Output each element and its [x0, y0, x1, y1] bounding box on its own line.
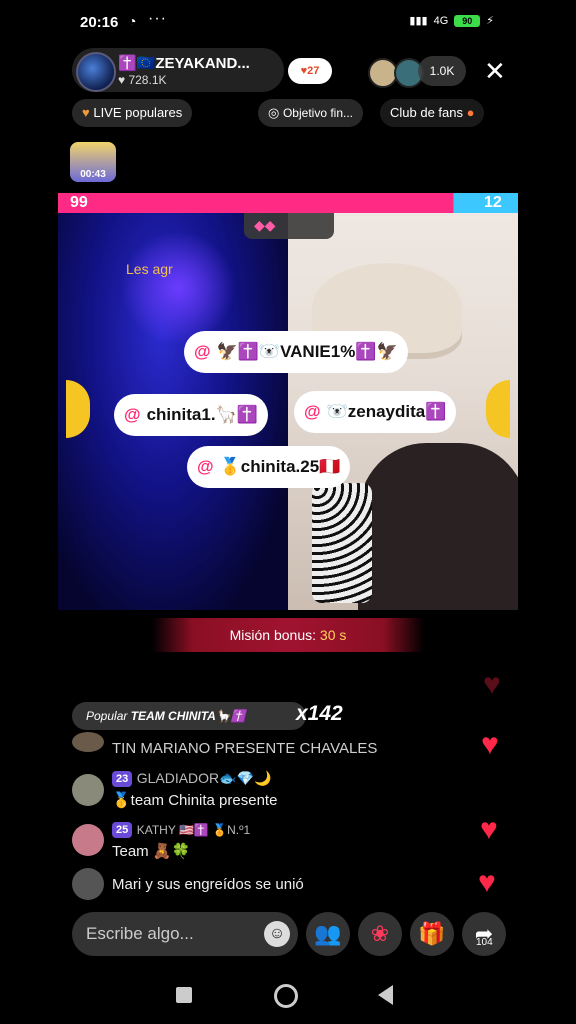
emoji-icon[interactable]: ☺ — [264, 921, 290, 947]
recents-button[interactable] — [176, 987, 192, 1003]
status-right: ▮▮▮ 4G 90 ⚡ — [409, 14, 494, 27]
score-right: 12 — [484, 194, 502, 211]
target-icon: ◎ — [268, 105, 280, 120]
comment-text: 🥇team Chinita presente — [112, 792, 278, 809]
avatar[interactable] — [72, 824, 104, 856]
charging-icon: ⚡ — [486, 15, 494, 27]
at-icon: @ — [197, 457, 214, 476]
status-bar: 20:16 ◔ ··· ▮▮▮ 4G 90 ⚡ — [0, 0, 576, 44]
comment-text: TIN MARIANO PRESENTE CHAVALES — [112, 740, 378, 757]
status-time: 20:16 — [80, 14, 119, 31]
signal-icon: ▮▮▮ — [409, 15, 428, 27]
gift-combo: x142 — [296, 702, 343, 725]
level-badge: 25 — [112, 821, 133, 838]
mention-text: 🐻‍❄️zenaydita✝️ — [326, 402, 447, 421]
objective-label: Objetivo fin... — [282, 106, 353, 120]
video-glow — [118, 233, 238, 343]
popular-team: TEAM CHINITA🦙✝️ — [130, 709, 246, 723]
battery-icon: 90 — [454, 14, 481, 27]
close-icon[interactable]: ✕ — [484, 56, 506, 86]
rose-icon[interactable]: ❀ — [358, 912, 402, 956]
wave-icon — [72, 868, 104, 900]
bonus-mission-banner: Misión bonus: 30 s — [152, 618, 424, 652]
gift-icon[interactable]: 🎁 — [410, 912, 454, 956]
host-name[interactable]: ✝️🇪🇺ZEYAKAND... — [118, 54, 250, 72]
mention-text: 🦅✝️🐻‍❄️VANIE1%✝️🦅 — [216, 342, 398, 361]
heart-icon: ♥ — [82, 105, 90, 120]
comment-placeholder: Escribe algo... — [86, 924, 194, 943]
mention-pill[interactable]: @ chinita1.🦙✝️ — [114, 394, 268, 436]
heart-icon: ♥ — [481, 728, 499, 761]
fan-count: 27 — [307, 65, 320, 77]
fan-club-chip[interactable]: Club de fans ● — [380, 99, 485, 127]
comment-header: 25 KATHY 🇺🇸✝️ 🏅N.º1 — [112, 821, 250, 839]
live-popular-label: LIVE populares — [93, 105, 183, 120]
at-icon: @ — [124, 405, 141, 424]
whatsapp-icon: ◔ — [128, 13, 137, 29]
host-avatar[interactable] — [76, 52, 116, 92]
join-message: Mari y sus engreídos se unió — [112, 876, 304, 893]
network-type: 4G — [433, 14, 449, 27]
heart-icon: ♥ — [483, 668, 501, 701]
bonus-label: Misión bonus: — [229, 627, 317, 643]
fan-heart-button[interactable]: ♥27 — [288, 58, 332, 84]
fan-club-icon: ● — [466, 105, 475, 120]
at-icon: @ — [194, 342, 211, 361]
person-body — [358, 443, 518, 610]
score-left: 99 — [70, 194, 88, 211]
avatar[interactable] — [72, 732, 104, 752]
treasure-box[interactable]: 00:43 — [70, 142, 116, 182]
comment-header: 23 GLADIADOR🐟💎🌙 — [112, 770, 271, 788]
mention-pill[interactable]: @ 🦅✝️🐻‍❄️VANIE1%✝️🦅 — [184, 331, 408, 373]
viewer-count[interactable]: 1.0K — [418, 56, 466, 86]
scarf — [312, 483, 372, 603]
more-notifications: ··· — [148, 10, 167, 27]
comment-text: Team 🧸🍀 — [112, 843, 191, 860]
mention-text: chinita1.🦙✝️ — [146, 405, 258, 424]
level-badge: 23 — [112, 770, 133, 787]
mention-pill[interactable]: @ 🥇chinita.25🇵🇪 — [187, 446, 351, 488]
host-likes: ♥ 728.1K — [118, 73, 167, 87]
comment-username[interactable]: KATHY 🇺🇸✝️ 🏅N.º1 — [137, 823, 250, 837]
live-popular-chip[interactable]: ♥ LIVE populares — [72, 99, 193, 127]
fan-club-label: Club de fans — [390, 105, 463, 120]
treasure-timer: 00:43 — [80, 169, 106, 180]
heart-icon: ♥ — [478, 866, 496, 899]
share-icon[interactable]: ➦ — [462, 912, 506, 956]
mention-pill[interactable]: @ 🐻‍❄️zenaydita✝️ — [294, 391, 457, 433]
back-button[interactable] — [378, 985, 393, 1005]
share-count: 104 — [476, 937, 493, 948]
people-icon[interactable]: 👥 — [306, 912, 350, 956]
battle-score-bar — [58, 193, 518, 213]
battle-icon: ◆◆ — [254, 217, 276, 233]
popular-prefix: Popular — [86, 709, 128, 723]
heart-icon: ♥ — [480, 813, 498, 846]
bonus-timer: 30 s — [319, 627, 347, 643]
comment-username[interactable]: GLADIADOR🐟💎🌙 — [137, 770, 272, 786]
left-video-text: Les agr — [126, 261, 173, 277]
objective-chip[interactable]: ◎ Objetivo fin... — [258, 99, 363, 127]
home-button[interactable] — [274, 984, 298, 1008]
at-icon: @ — [304, 402, 321, 421]
mention-text: 🥇chinita.25🇵🇪 — [219, 457, 341, 476]
popular-banner[interactable]: Popular TEAM CHINITA🦙✝️ — [72, 702, 306, 730]
avatar[interactable] — [72, 774, 104, 806]
